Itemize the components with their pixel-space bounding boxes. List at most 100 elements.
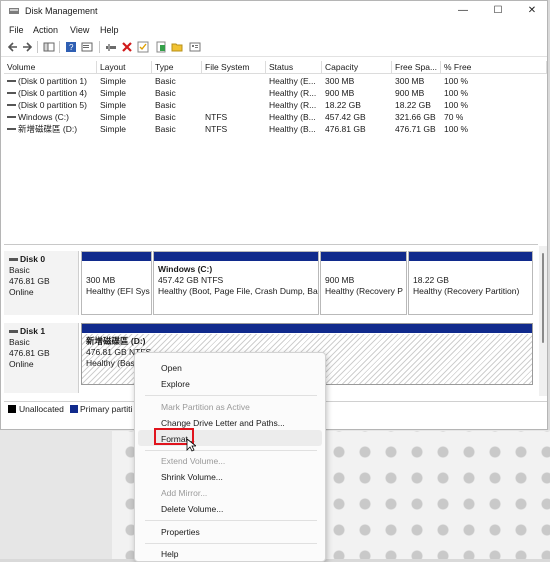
disk-1-label[interactable]: Disk 1 Basic 476.81 GB Online [4,323,79,393]
menu-item-extend-volume: Extend Volume... [161,456,226,466]
disk-name: Disk 1 [20,326,46,336]
cell-capacity: 300 MB [325,76,355,86]
check-icon[interactable] [137,41,149,53]
column-header-file-system[interactable]: File System [202,61,266,74]
cell-type: Basic [155,100,176,110]
partition-windows-c[interactable]: Windows (C:) 457.42 GB NTFS Healthy (Boo… [153,251,319,315]
disk-type: Basic [9,337,30,347]
partition-size: 18.22 GB [413,275,449,285]
menu-item-open[interactable]: Open [161,363,182,373]
menu-item-explore[interactable]: Explore [161,379,190,389]
column-header-free-space[interactable]: Free Spa... [392,61,441,74]
cell-layout: Simple [100,112,126,122]
menu-item-properties[interactable]: Properties [161,527,200,537]
column-header-volume[interactable]: Volume [4,61,97,74]
partition-title: 新增磁碟區 (D:) [86,336,146,346]
menu-item-mark-active: Mark Partition as Active [161,402,250,412]
column-header-capacity[interactable]: Capacity [322,61,392,74]
menu-action[interactable]: Action [33,25,58,35]
disk-0-label[interactable]: Disk 0 Basic 476.81 GB Online [4,251,79,315]
cell-percent-free: 70 % [444,112,464,122]
column-header-type[interactable]: Type [152,61,202,74]
toolbar-separator [37,41,38,53]
table-row[interactable]: (Disk 0 partition 1) Simple Basic Health… [4,75,547,87]
cell-layout: Simple [100,88,126,98]
maximize-button[interactable]: ☐ [487,4,509,18]
cell-layout: Simple [100,76,126,86]
menu-item-help[interactable]: Help [161,549,178,559]
toolbar: ? [1,38,547,57]
cell-capacity: 476.81 GB [325,124,366,134]
partition-title: Windows (C:) [158,264,213,274]
cell-status: Healthy (B... [269,112,316,122]
menu-item-delete-volume[interactable]: Delete Volume... [161,504,223,514]
volume-icon [7,116,16,118]
partition-recovery-2[interactable]: 18.22 GB Healthy (Recovery Partition) [408,251,533,315]
disk-state: Online [9,359,34,369]
cell-percent-free: 100 % [444,76,469,86]
cell-type: Basic [155,124,176,134]
legend-unallocated: Unallocated [19,404,64,414]
cell-type: Basic [155,112,176,122]
forward-icon[interactable] [21,41,33,53]
menu-file[interactable]: File [9,25,24,35]
menu-item-change-drive-letter[interactable]: Change Drive Letter and Paths... [161,418,285,428]
cell-status: Healthy (E... [269,76,316,86]
connect-icon[interactable] [105,41,117,53]
cell-volume: (Disk 0 partition 4) [18,88,87,98]
folder-icon[interactable] [171,41,183,53]
volume-icon [7,92,16,94]
menu-separator [145,395,317,396]
legend-primary: Primary partiti [80,404,133,414]
menu-item-add-mirror: Add Mirror... [161,488,208,498]
title-bar: Disk Management — ☐ ✕ [1,1,547,21]
cell-file-system: NTFS [205,124,228,134]
scrollbar-thumb[interactable] [542,253,544,343]
table-row[interactable]: Windows (C:) Simple Basic NTFS Healthy (… [4,111,547,123]
delete-icon[interactable] [121,41,133,53]
volume-list: Volume Layout Type File System Status Ca… [4,61,547,241]
table-row[interactable]: 新增磁碟區 (D:) Simple Basic NTFS Healthy (B.… [4,123,547,135]
menu-view[interactable]: View [70,25,89,35]
menu-separator [145,543,317,544]
partition-efi[interactable]: 300 MB Healthy (EFI Sys [81,251,152,315]
cell-free-space: 900 MB [395,88,425,98]
cell-status: Healthy (R... [269,88,317,98]
disk-state: Online [9,287,34,297]
table-row[interactable]: (Disk 0 partition 5) Simple Basic Health… [4,99,547,111]
back-icon[interactable] [7,41,19,53]
partition-size: 457.42 GB NTFS [158,275,224,285]
window-title: Disk Management [25,6,98,16]
volume-icon [7,104,16,106]
help-icon[interactable]: ? [65,41,77,53]
menu-item-shrink-volume[interactable]: Shrink Volume... [161,472,223,482]
disk-type: Basic [9,265,30,275]
partition-band [82,252,151,261]
column-header-percent-free[interactable]: % Free [441,61,547,74]
new-icon[interactable] [155,41,167,53]
cell-volume: Windows (C:) [18,112,70,122]
table-row[interactable]: (Disk 0 partition 4) Simple Basic Health… [4,87,547,99]
disk-icon [9,330,18,334]
partition-status: Healthy (Recovery P [325,286,403,296]
partition-recovery-1[interactable]: 900 MB Healthy (Recovery P [320,251,407,315]
cell-status: Healthy (R... [269,100,317,110]
minimize-button[interactable]: — [452,4,474,18]
settings-icon[interactable] [189,41,201,53]
toolbar-separator [99,41,100,53]
partition-size: 900 MB [325,275,355,285]
partition-band [409,252,532,261]
column-header-layout[interactable]: Layout [97,61,152,74]
mouse-pointer-icon [186,438,196,452]
properties-icon[interactable] [81,41,93,53]
column-header-status[interactable]: Status [266,61,322,74]
disk-name: Disk 0 [20,254,46,264]
menu-help[interactable]: Help [100,25,119,35]
toolbar-separator [59,41,60,53]
cell-volume: (Disk 0 partition 1) [18,76,87,86]
disk-size: 476.81 GB [9,276,50,286]
close-button[interactable]: ✕ [521,4,543,18]
cell-free-space: 300 MB [395,76,425,86]
console-tree-icon[interactable] [43,41,55,53]
menu-separator [145,450,317,451]
